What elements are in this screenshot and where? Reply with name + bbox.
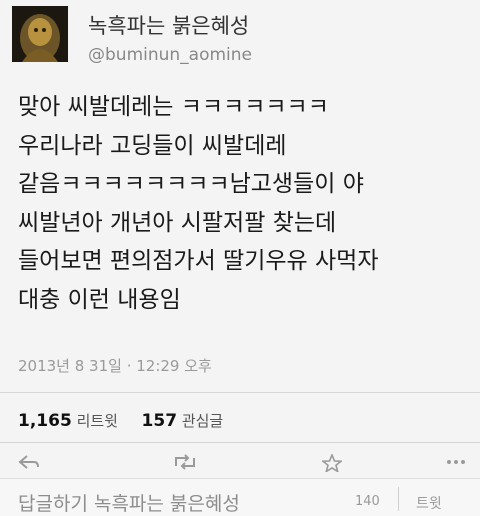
user-handle[interactable]: @buminun_aomine — [88, 45, 252, 65]
divider — [0, 392, 480, 393]
char-count: 140 — [355, 494, 380, 509]
tweet-line: 우리나라 고딩들이 씨발데레 — [18, 132, 287, 159]
reply-icon[interactable] — [18, 454, 40, 474]
favorite-icon[interactable] — [320, 452, 344, 476]
avatar[interactable] — [12, 6, 68, 62]
tweet-line: 맞아 씨발데레는 ㅋㅋㅋㅋㅋㅋㅋ — [18, 94, 329, 120]
tweet-line: 같음ㅋㅋㅋㅋㅋㅋㅋㅋ남고생들이 야 — [18, 171, 364, 197]
retweet-label[interactable]: 리트윗 — [77, 412, 118, 430]
divider — [398, 487, 399, 511]
tweet-stats: 1,165 리트윗 157 관심글 — [18, 410, 223, 431]
display-name[interactable]: 녹흑파는 붉은혜성 — [88, 10, 249, 40]
action-bar — [0, 452, 480, 474]
tweet-timestamp: 2013년 8 31일 · 12:29 오후 — [18, 357, 212, 375]
reply-input[interactable]: 답글하기 녹흑파는 붉은혜성 — [18, 489, 240, 516]
favorite-count[interactable]: 157 — [142, 411, 178, 431]
reply-bar: 답글하기 녹흑파는 붉은혜성 140 트윗 — [0, 478, 480, 516]
tweet-header: 녹흑파는 붉은혜성 @buminun_aomine — [0, 0, 480, 80]
more-icon[interactable] — [446, 454, 466, 474]
favorite-label[interactable]: 관심글 — [182, 412, 223, 430]
retweet-icon[interactable] — [172, 454, 198, 474]
tweet-button[interactable]: 트윗 — [416, 493, 442, 513]
tweet-line: 대충 이런 내용임 — [18, 286, 181, 313]
tweet-line: 씨발년아 개년아 시팔저팔 찾는데 — [18, 209, 337, 236]
divider — [0, 442, 480, 443]
tweet-line: 들어보면 편의점가서 딸기우유 사먹자 — [18, 248, 379, 274]
retweet-count[interactable]: 1,165 — [18, 411, 72, 431]
tweet-body: 맞아 씨발데레는 ㅋㅋㅋㅋㅋㅋㅋ 우리나라 고딩들이 씨발데레 같음ㅋㅋㅋㅋㅋㅋ… — [18, 88, 468, 319]
